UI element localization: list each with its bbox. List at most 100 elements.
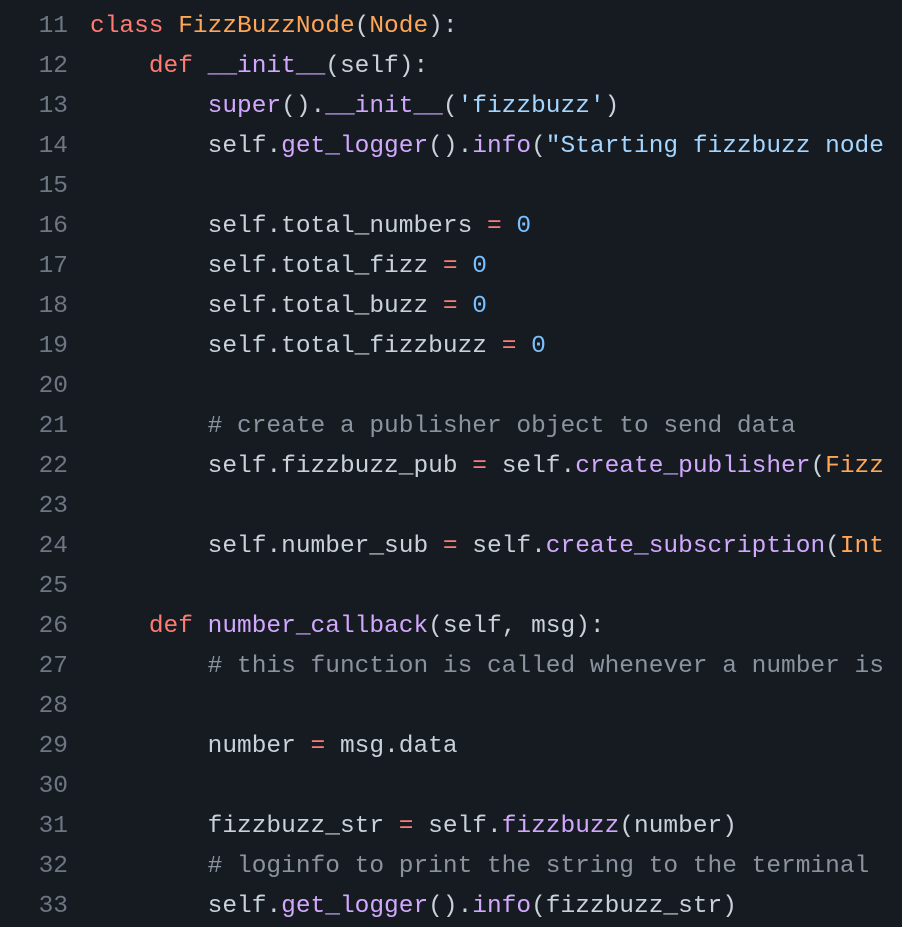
token-punc: ( — [825, 533, 840, 560]
line-number: 30 — [0, 767, 68, 807]
token-self: self — [208, 893, 267, 920]
token-comment: # loginfo to print the string to the ter… — [208, 853, 870, 880]
code-line[interactable] — [90, 367, 902, 407]
token-punc: ( — [325, 53, 340, 80]
token-punc: ( — [810, 453, 825, 480]
token-punc: ) — [722, 893, 737, 920]
token-punc — [90, 133, 208, 160]
token-prop: number — [634, 813, 722, 840]
token-punc: ( — [428, 613, 443, 640]
token-call: get_logger — [281, 133, 428, 160]
token-call: get_logger — [281, 893, 428, 920]
token-punc — [90, 413, 208, 440]
token-punc: ( — [531, 133, 546, 160]
token-punc — [516, 333, 531, 360]
token-kw: def — [149, 53, 193, 80]
token-prop: total_numbers — [281, 213, 472, 240]
token-punc: ): — [428, 13, 457, 40]
code-line[interactable]: class FizzBuzzNode(Node): — [90, 7, 902, 47]
code-line[interactable]: self.total_fizz = 0 — [90, 247, 902, 287]
token-punc: ): — [575, 613, 604, 640]
line-number: 16 — [0, 207, 68, 247]
code-line[interactable] — [90, 567, 902, 607]
token-op: = — [399, 813, 414, 840]
token-punc: . — [266, 213, 281, 240]
token-punc: (). — [428, 133, 472, 160]
token-punc — [296, 733, 311, 760]
token-self: self — [208, 333, 267, 360]
code-line[interactable]: self.total_numbers = 0 — [90, 207, 902, 247]
token-punc — [487, 453, 502, 480]
code-line[interactable]: # this function is called whenever a num… — [90, 647, 902, 687]
token-punc — [90, 853, 208, 880]
token-punc — [90, 213, 208, 240]
token-punc: . — [384, 733, 399, 760]
token-num: 0 — [472, 293, 487, 320]
token-punc — [458, 293, 473, 320]
code-line[interactable]: self.fizzbuzz_pub = self.create_publishe… — [90, 447, 902, 487]
code-content[interactable]: class FizzBuzzNode(Node): def __init__(s… — [90, 0, 902, 902]
token-punc — [90, 813, 208, 840]
token-punc — [502, 213, 517, 240]
token-cls: Node — [369, 13, 428, 40]
token-punc: (). — [428, 893, 472, 920]
code-line[interactable]: fizzbuzz_str = self.fizzbuzz(number) — [90, 807, 902, 847]
code-line[interactable]: self.total_fizzbuzz = 0 — [90, 327, 902, 367]
line-number: 15 — [0, 167, 68, 207]
line-number: 22 — [0, 447, 68, 487]
code-line[interactable] — [90, 167, 902, 207]
token-self: self — [428, 813, 487, 840]
token-prop: total_fizzbuzz — [281, 333, 487, 360]
code-line[interactable] — [90, 487, 902, 527]
token-str: 'fizzbuzz' — [458, 93, 605, 120]
token-fn: super — [208, 93, 282, 120]
token-punc: . — [266, 453, 281, 480]
token-prop: number — [208, 733, 296, 760]
token-cls: Fizz — [825, 453, 884, 480]
code-line[interactable] — [90, 687, 902, 727]
token-self: self — [502, 453, 561, 480]
token-punc — [90, 453, 208, 480]
token-punc — [90, 893, 208, 920]
code-line[interactable]: self.get_logger().info(fizzbuzz_str) — [90, 887, 902, 927]
token-num: 0 — [472, 253, 487, 280]
line-number: 29 — [0, 727, 68, 767]
code-line[interactable]: def __init__(self): — [90, 47, 902, 87]
token-fn: __init__ — [325, 93, 443, 120]
token-punc: . — [266, 333, 281, 360]
token-kw: def — [149, 613, 193, 640]
line-number: 14 — [0, 127, 68, 167]
line-number: 23 — [0, 487, 68, 527]
token-self: self — [208, 533, 267, 560]
token-punc — [90, 53, 149, 80]
code-line[interactable]: self.total_buzz = 0 — [90, 287, 902, 327]
code-line[interactable]: self.number_sub = self.create_subscripti… — [90, 527, 902, 567]
token-call: fizzbuzz — [502, 813, 620, 840]
code-line[interactable]: # loginfo to print the string to the ter… — [90, 847, 902, 887]
token-punc — [458, 533, 473, 560]
token-punc — [164, 13, 179, 40]
token-op: = — [487, 213, 502, 240]
code-editor[interactable]: 1112131415161718192021222324252627282930… — [0, 0, 902, 902]
code-line[interactable]: # create a publisher object to send data — [90, 407, 902, 447]
line-number: 26 — [0, 607, 68, 647]
token-punc: ( — [355, 13, 370, 40]
token-self: self — [208, 253, 267, 280]
token-num: 0 — [531, 333, 546, 360]
token-punc — [413, 813, 428, 840]
code-line[interactable]: number = msg.data — [90, 727, 902, 767]
token-self: self — [208, 453, 267, 480]
token-fn: number_callback — [208, 613, 429, 640]
code-line[interactable] — [90, 767, 902, 807]
token-punc: . — [487, 813, 502, 840]
token-punc: ): — [399, 53, 428, 80]
line-number: 33 — [0, 887, 68, 927]
code-line[interactable]: def number_callback(self, msg): — [90, 607, 902, 647]
token-punc — [325, 733, 340, 760]
token-punc: (). — [281, 93, 325, 120]
code-line[interactable]: super().__init__('fizzbuzz') — [90, 87, 902, 127]
code-line[interactable]: self.get_logger().info("Starting fizzbuz… — [90, 127, 902, 167]
token-punc — [193, 53, 208, 80]
token-self: self — [208, 293, 267, 320]
token-prop: fizzbuzz_str — [208, 813, 384, 840]
